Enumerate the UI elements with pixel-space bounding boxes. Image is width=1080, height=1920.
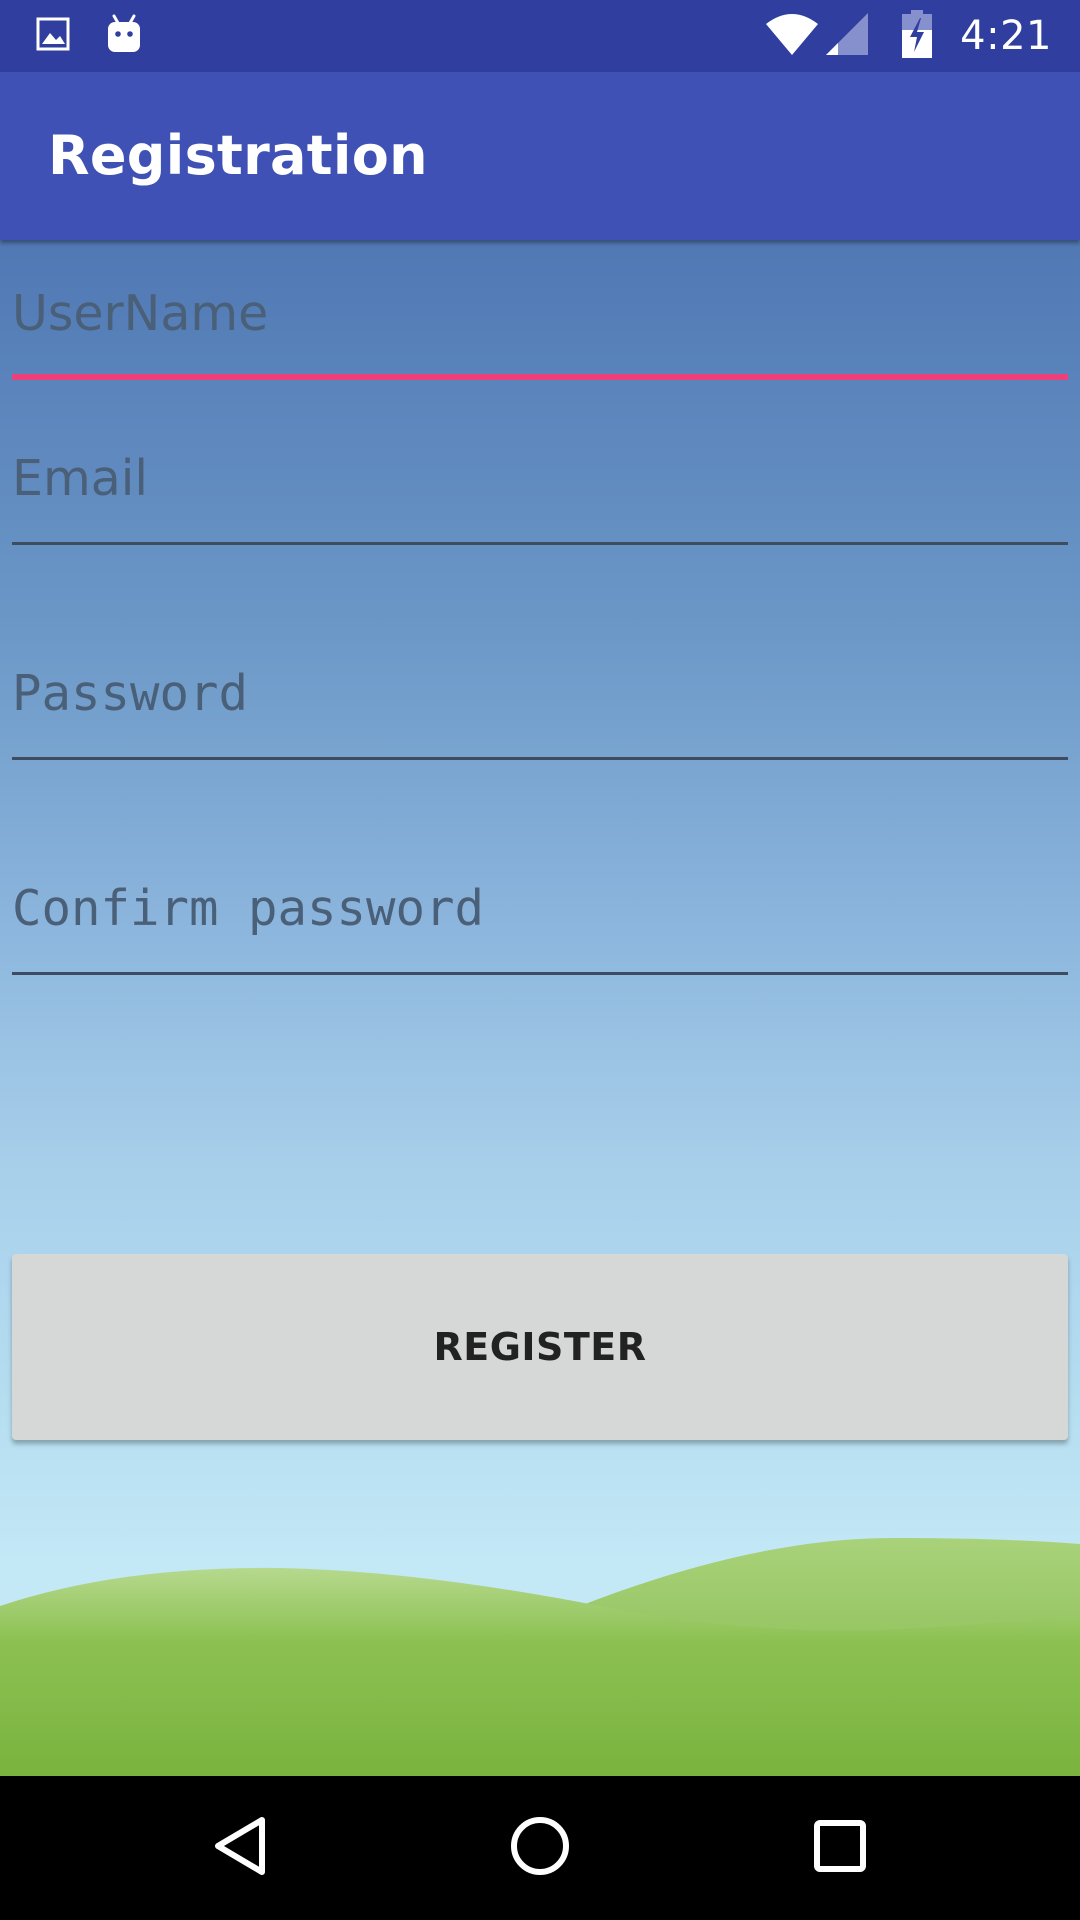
back-icon xyxy=(212,1816,268,1881)
home-button[interactable] xyxy=(490,1798,590,1898)
confirm-password-underline xyxy=(12,972,1068,975)
registration-form: REGISTER xyxy=(0,240,1080,1776)
recents-button[interactable] xyxy=(790,1798,890,1898)
wifi-icon xyxy=(764,12,820,61)
app-bar: Registration xyxy=(0,72,1080,240)
username-input[interactable] xyxy=(12,260,1068,366)
confirm-password-input[interactable] xyxy=(12,855,1068,961)
register-button[interactable]: REGISTER xyxy=(12,1254,1068,1440)
battery-charging-icon xyxy=(902,9,933,63)
home-icon xyxy=(509,1815,571,1882)
android-icon xyxy=(106,14,142,59)
status-time: 4:21 xyxy=(960,13,1052,59)
hills-background xyxy=(0,1537,1080,1776)
status-bar: 4:21 xyxy=(0,0,1080,72)
cell-signal-icon xyxy=(824,11,870,62)
confirm-password-field[interactable] xyxy=(12,855,1068,975)
page-title: Registration xyxy=(48,124,428,187)
email-input[interactable] xyxy=(12,425,1068,531)
password-underline xyxy=(12,757,1068,760)
back-button[interactable] xyxy=(190,1798,290,1898)
email-underline xyxy=(12,542,1068,545)
password-field[interactable] xyxy=(12,640,1068,760)
username-underline xyxy=(12,374,1068,380)
navigation-bar xyxy=(0,1776,1080,1920)
username-field[interactable] xyxy=(12,260,1068,380)
email-field[interactable] xyxy=(12,425,1068,545)
recents-icon xyxy=(813,1819,867,1878)
image-icon xyxy=(36,17,70,56)
password-input[interactable] xyxy=(12,640,1068,746)
